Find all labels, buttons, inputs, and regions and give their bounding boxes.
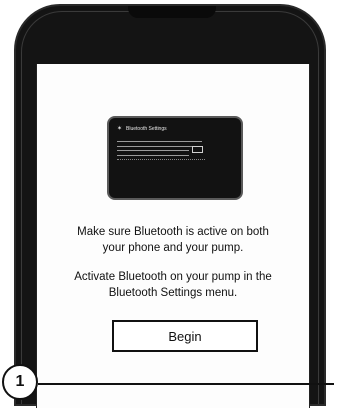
- pump-header: ✶ Bluetooth Settings: [117, 126, 167, 132]
- instruction-line: Bluetooth Settings menu.: [108, 287, 238, 299]
- instruction-line: Activate Bluetooth on your pump in the: [74, 271, 272, 283]
- pump-screen-title: Bluetooth Settings: [126, 126, 167, 132]
- instruction-bluetooth-active: Make sure Bluetooth is active on both yo…: [37, 224, 309, 256]
- phone-notch: [128, 6, 216, 18]
- step-number-badge: 1: [2, 364, 38, 400]
- instruction-line: Make sure Bluetooth is active on both: [77, 226, 269, 238]
- instruction-line: your phone and your pump.: [102, 242, 244, 254]
- instruction-activate-pump: Activate Bluetooth on your pump in the B…: [37, 269, 309, 301]
- step-callout-line: [38, 383, 334, 385]
- phone-screen: ✶ Bluetooth Settings Make sure Bluetooth…: [36, 64, 310, 408]
- pump-setting-row: [117, 159, 205, 164]
- pump-screen-illustration: ✶ Bluetooth Settings: [107, 116, 243, 200]
- bluetooth-icon: ✶: [117, 126, 123, 132]
- phone-frame: ✶ Bluetooth Settings Make sure Bluetooth…: [14, 4, 326, 408]
- pump-setting-row: [117, 150, 189, 156]
- begin-button[interactable]: Begin: [112, 320, 258, 352]
- pump-setting-row: [117, 141, 202, 147]
- pump-toggle-box: [192, 146, 203, 153]
